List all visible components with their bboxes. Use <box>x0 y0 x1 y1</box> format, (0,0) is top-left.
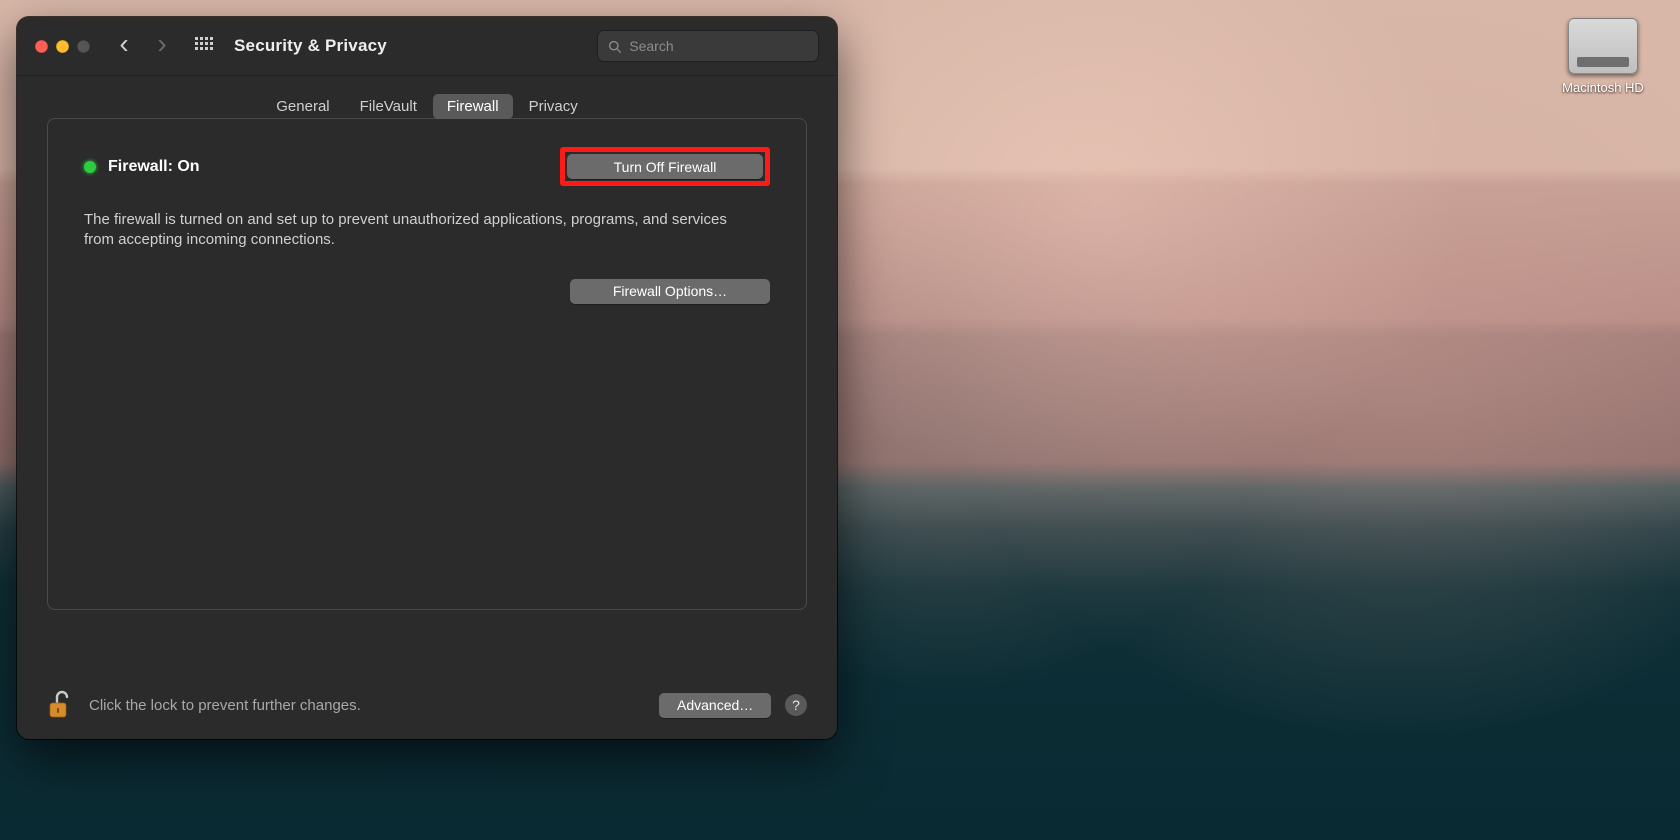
status-indicator-icon <box>84 161 96 173</box>
help-icon: ? <box>792 697 800 713</box>
turn-off-firewall-button[interactable]: Turn Off Firewall <box>567 154 763 179</box>
window-controls <box>35 40 90 53</box>
preferences-window: ‹ › Security & Privacy <box>17 17 837 739</box>
lock-icon[interactable] <box>47 689 75 721</box>
forward-button[interactable]: › <box>148 33 176 59</box>
tab-general[interactable]: General <box>262 94 343 119</box>
zoom-window-button[interactable] <box>77 40 90 53</box>
tab-bar: General FileVault Firewall Privacy <box>17 94 837 119</box>
search-input[interactable] <box>627 37 808 55</box>
disk-label: Macintosh HD <box>1558 80 1648 95</box>
advanced-button[interactable]: Advanced… <box>659 693 771 718</box>
desktop-disk-macintosh-hd[interactable]: Macintosh HD <box>1558 18 1648 95</box>
close-window-button[interactable] <box>35 40 48 53</box>
firewall-pane: Firewall: On Turn Off Firewall The firew… <box>47 118 807 610</box>
harddrive-icon <box>1568 18 1638 74</box>
search-field-wrap[interactable] <box>597 30 819 62</box>
window-footer: Click the lock to prevent further change… <box>17 689 837 721</box>
annotation-highlight: Turn Off Firewall <box>560 147 770 186</box>
minimize-window-button[interactable] <box>56 40 69 53</box>
window-title: Security & Privacy <box>234 36 387 56</box>
grid-icon <box>195 37 213 55</box>
firewall-options-button[interactable]: Firewall Options… <box>570 279 770 304</box>
tab-firewall[interactable]: Firewall <box>433 94 513 119</box>
firewall-status-row: Firewall: On Turn Off Firewall <box>84 147 770 186</box>
lock-hint-text: Click the lock to prevent further change… <box>89 697 361 714</box>
search-icon <box>608 39 621 54</box>
tab-privacy[interactable]: Privacy <box>515 94 592 119</box>
help-button[interactable]: ? <box>785 694 807 716</box>
unlocked-padlock-icon <box>47 689 75 721</box>
firewall-status-label: Firewall: On <box>108 158 200 176</box>
desktop-wallpaper: Macintosh HD ‹ › <box>0 0 1680 840</box>
firewall-description: The firewall is turned on and set up to … <box>84 210 734 251</box>
tab-filevault[interactable]: FileVault <box>346 94 431 119</box>
show-all-button[interactable] <box>190 33 218 59</box>
titlebar: ‹ › Security & Privacy <box>17 17 837 76</box>
back-button[interactable]: ‹ <box>110 33 138 59</box>
